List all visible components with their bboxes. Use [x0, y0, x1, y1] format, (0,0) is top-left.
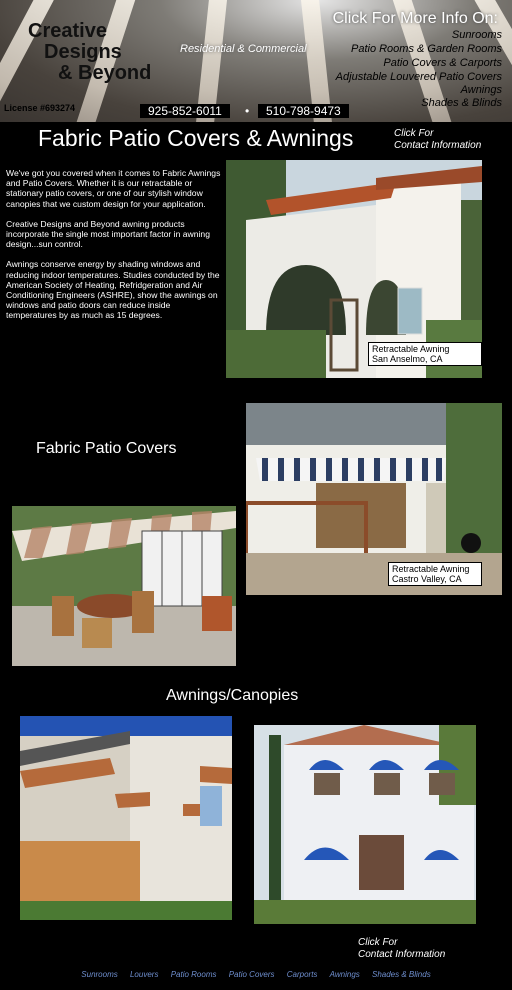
photo-patio-cover-furniture	[12, 506, 236, 666]
footer-link-awnings[interactable]: Awnings	[330, 970, 360, 979]
license-number: License #693274	[4, 103, 76, 113]
intro-paragraph: Awnings conserve energy by shading windo…	[6, 259, 220, 321]
info-link-patio-covers[interactable]: Patio Covers & Carports	[383, 57, 502, 69]
section-heading-awnings: Awnings/Canopies	[166, 687, 299, 704]
caption-line-2: San Anselmo, CA	[372, 354, 443, 364]
info-link-awnings[interactable]: Awnings	[461, 84, 502, 96]
photo-caption-castro-valley: Retractable Awning Castro Valley, CA	[388, 562, 482, 586]
photo-building-blue-awnings	[254, 725, 476, 924]
contact-link-top[interactable]: Click For Contact Information	[394, 128, 481, 152]
photo-caption-san-anselmo: Retractable Awning San Anselmo, CA	[368, 342, 482, 366]
footer-link-patio-covers[interactable]: Patio Covers	[229, 970, 275, 979]
site-header: Creative Designs & Beyond Residential & …	[0, 0, 512, 122]
footer-nav: Sunrooms Louvers Patio Rooms Patio Cover…	[0, 970, 512, 979]
contact-link-line-1: Click For	[394, 128, 434, 139]
logo-line-3: & Beyond	[58, 62, 152, 84]
contact-link-line-1: Click For	[358, 937, 398, 948]
caption-line-2: Castro Valley, CA	[392, 574, 462, 584]
phone-separator: •	[245, 104, 250, 118]
intro-paragraph: We've got you covered when it comes to F…	[6, 168, 221, 209]
photo-building-copper-awnings	[20, 716, 232, 920]
contact-link-bottom[interactable]: Click For Contact Information	[358, 937, 445, 961]
contact-link-line-2: Contact Information	[394, 140, 482, 151]
contact-link-line-2: Contact Information	[358, 949, 446, 960]
intro-text: We've got you covered when it comes to F…	[6, 168, 222, 331]
section-heading-patio-covers: Fabric Patio Covers	[36, 440, 177, 457]
footer-link-carports[interactable]: Carports	[287, 970, 318, 979]
footer-link-patio-rooms[interactable]: Patio Rooms	[171, 970, 217, 979]
intro-paragraph: Creative Designs and Beyond awning produ…	[6, 218, 210, 250]
footer-link-sunrooms[interactable]: Sunrooms	[81, 970, 117, 979]
info-link-sunrooms[interactable]: Sunrooms	[452, 29, 502, 41]
footer-link-shades-blinds[interactable]: Shades & Blinds	[372, 970, 431, 979]
more-info-heading: Click For More Info On:	[332, 10, 498, 27]
info-link-patio-rooms[interactable]: Patio Rooms & Garden Rooms	[351, 43, 502, 55]
caption-line-1: Retractable Awning	[392, 564, 470, 574]
page-title: Fabric Patio Covers & Awnings	[38, 125, 354, 151]
phone-number-2[interactable]: 510-798-9473	[258, 104, 349, 118]
logo-line-2: Designs	[44, 41, 122, 63]
caption-line-1: Retractable Awning	[372, 344, 450, 354]
info-link-louvered-covers[interactable]: Adjustable Louvered Patio Covers	[336, 71, 502, 83]
info-link-shades-blinds[interactable]: Shades & Blinds	[421, 97, 502, 109]
tagline: Residential & Commercial	[180, 43, 307, 55]
footer-link-louvers[interactable]: Louvers	[130, 970, 158, 979]
logo-line-1: Creative	[28, 20, 107, 42]
phone-number-1[interactable]: 925-852-6011	[140, 104, 230, 118]
